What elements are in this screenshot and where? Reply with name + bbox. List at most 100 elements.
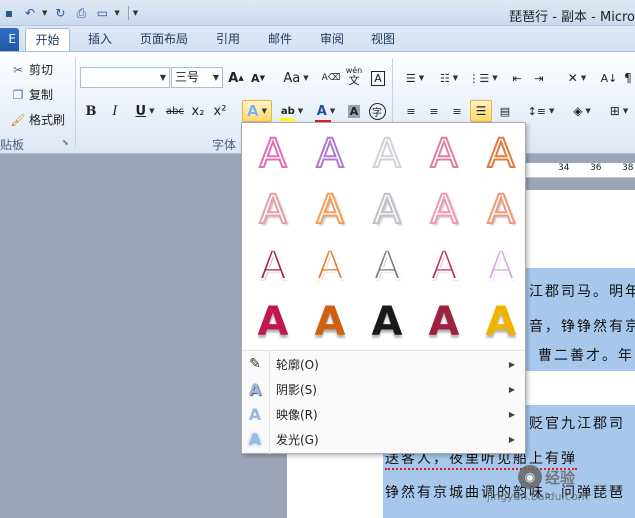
new-doc-dropdown-icon[interactable]: ▼ — [114, 9, 119, 17]
text-effect-swatch[interactable]: A — [419, 129, 469, 179]
document-text-line[interactable]: 贬官九江郡司 — [529, 413, 625, 433]
print-preview-icon[interactable]: ⎙ — [72, 4, 90, 22]
grow-font-button[interactable]: A ▲ — [227, 67, 245, 89]
line-spacing-button[interactable]: ↕≡ ▼ — [526, 100, 556, 122]
text-effect-swatch[interactable]: A — [248, 297, 298, 347]
bold-button[interactable]: B — [83, 100, 99, 122]
text-effect-swatch[interactable]: A — [305, 241, 355, 291]
italic-button[interactable]: I — [107, 100, 123, 122]
save-icon[interactable]: ▪ — [0, 4, 18, 22]
align-center-button[interactable]: ≡ — [425, 100, 443, 122]
sort-button[interactable]: A↓ — [600, 67, 618, 89]
strikethrough-button[interactable]: abc — [164, 100, 186, 122]
text-effect-swatch[interactable]: A — [476, 241, 526, 291]
text-effect-swatch[interactable]: A — [476, 185, 526, 235]
bullets-button[interactable]: ☰ ▼ — [400, 67, 430, 89]
qat-separator — [127, 6, 129, 20]
distributed-button[interactable]: ▤ — [496, 100, 514, 122]
underline-button[interactable]: U ▼ — [130, 100, 160, 122]
title-bar: ▪ ↶ ▼ ↻ ⎙ ▭ ▼ ▼ 琵琶行 - 副本 - Micro — [0, 0, 635, 26]
customize-qat-icon[interactable]: ▼ — [133, 9, 138, 17]
text-effect-swatch[interactable]: A — [305, 129, 355, 179]
text-effect-swatch[interactable]: A — [362, 297, 412, 347]
menu-separator — [242, 350, 525, 351]
document-text-line[interactable]: 音，铮铮然有京 — [529, 316, 635, 336]
menu-item-outline[interactable]: ✎ 轮廓(O) ▶ — [242, 352, 525, 376]
char-border-button[interactable]: A — [369, 67, 387, 89]
tab-page-layout[interactable]: 页面布局 — [132, 28, 196, 51]
align-left-icon: ≡ — [406, 104, 416, 118]
clipboard-launcher-icon[interactable]: ⬊ — [62, 138, 69, 147]
undo-dropdown-icon[interactable]: ▼ — [42, 9, 47, 17]
multilevel-list-icon: ⋮☰ — [468, 71, 490, 85]
subscript-button[interactable]: x₂ — [190, 100, 206, 122]
paint-bucket-icon: ◈ — [573, 104, 583, 118]
enclose-char-button[interactable]: 字 — [368, 100, 386, 122]
chevron-down-icon: ▼ — [418, 74, 425, 82]
decrease-indent-button[interactable]: ⇤ — [508, 67, 526, 89]
undo-icon[interactable]: ↶ — [21, 4, 39, 22]
multilevel-list-button[interactable]: ⋮☰ ▼ — [468, 67, 498, 89]
phonetic-char-icon: 文 — [348, 73, 360, 87]
format-painter-button[interactable]: 🖌 格式刷 — [10, 111, 65, 128]
clear-format-button[interactable]: A⌫ — [322, 67, 341, 89]
tab-mailings[interactable]: 邮件 — [259, 28, 301, 51]
align-right-button[interactable]: ≡ — [448, 100, 466, 122]
text-effect-swatch[interactable]: A — [362, 241, 412, 291]
text-effect-swatch[interactable]: A — [476, 297, 526, 347]
highlight-button[interactable]: ab ▼ — [277, 100, 307, 122]
chevron-down-icon: ▼ — [585, 107, 591, 115]
new-doc-icon[interactable]: ▭ — [93, 4, 111, 22]
shrink-font-button[interactable]: A ▼ — [249, 67, 267, 89]
font-group-label: 字体 — [212, 138, 237, 152]
show-marks-button[interactable]: ¶ — [621, 67, 635, 89]
horizontal-ruler[interactable]: 34 36 38 — [524, 163, 635, 178]
text-effect-swatch[interactable]: A — [305, 185, 355, 235]
numbering-button[interactable]: ☷ ▼ — [434, 67, 464, 89]
tab-file[interactable]: E — [0, 28, 19, 51]
text-effect-swatch[interactable]: A — [419, 185, 469, 235]
document-text-line[interactable]: 曹二善才。年 — [538, 345, 634, 365]
text-effect-swatch[interactable]: A — [248, 129, 298, 179]
change-case-button[interactable]: Aa ▼ — [281, 67, 311, 89]
chinese-layout-icon: ✕ — [567, 71, 578, 85]
document-text-line[interactable]: 江郡司马。明年 — [529, 281, 635, 301]
text-effect-swatch[interactable]: A — [248, 185, 298, 235]
align-left-button[interactable]: ≡ — [402, 100, 420, 122]
text-effects-gallery: AAAAAAAAAAAAAAAAAAAA — [242, 123, 525, 349]
justify-button[interactable]: ☰ — [470, 100, 492, 122]
text-effects-button[interactable]: A ▼ — [242, 100, 272, 122]
cut-button[interactable]: ✂ 剪切 — [10, 61, 53, 78]
text-effect-swatch[interactable]: A — [419, 241, 469, 291]
superscript-button[interactable]: x² — [212, 100, 228, 122]
tab-references[interactable]: 引用 — [207, 28, 249, 51]
text-effect-swatch[interactable]: A — [362, 129, 412, 179]
tab-review[interactable]: 审阅 — [311, 28, 353, 51]
shading-button[interactable]: ◈ ▼ — [567, 100, 597, 122]
chinese-layout-button[interactable]: ✕ ▼ — [562, 67, 592, 89]
menu-item-glow[interactable]: A 发光(G) ▶ — [242, 427, 525, 451]
font-color-button[interactable]: A ▼ — [311, 100, 341, 123]
text-effect-swatch[interactable]: A — [362, 185, 412, 235]
chevron-down-icon: ▼ — [549, 107, 555, 115]
char-shading-button[interactable]: A — [345, 100, 363, 122]
text-effect-swatch[interactable]: A — [305, 297, 355, 347]
tab-view[interactable]: 视图 — [362, 28, 404, 51]
cut-label: 剪切 — [29, 63, 54, 77]
font-name-combo[interactable]: ▼ — [80, 67, 170, 88]
tab-insert[interactable]: 插入 — [79, 28, 121, 51]
text-effect-swatch[interactable]: A — [476, 129, 526, 179]
redo-icon[interactable]: ↻ — [51, 4, 69, 22]
group-separator — [75, 58, 76, 148]
copy-button[interactable]: ❐ 复制 — [10, 86, 53, 103]
phonetic-guide-button[interactable]: wén 文 — [344, 65, 364, 87]
text-effect-swatch[interactable]: A — [419, 297, 469, 347]
menu-item-shadow[interactable]: A 阴影(S) ▶ — [242, 377, 525, 401]
text-effect-swatch[interactable]: A — [248, 241, 298, 291]
font-size-combo[interactable]: 三号 ▼ — [171, 67, 223, 88]
borders-button[interactable]: ⊞ ▼ — [604, 100, 634, 122]
chevron-down-icon: ▼ — [303, 74, 309, 82]
tab-home[interactable]: 开始 — [25, 28, 70, 51]
menu-item-reflection[interactable]: A 映像(R) ▶ — [242, 402, 525, 426]
increase-indent-button[interactable]: ⇥ — [530, 67, 548, 89]
